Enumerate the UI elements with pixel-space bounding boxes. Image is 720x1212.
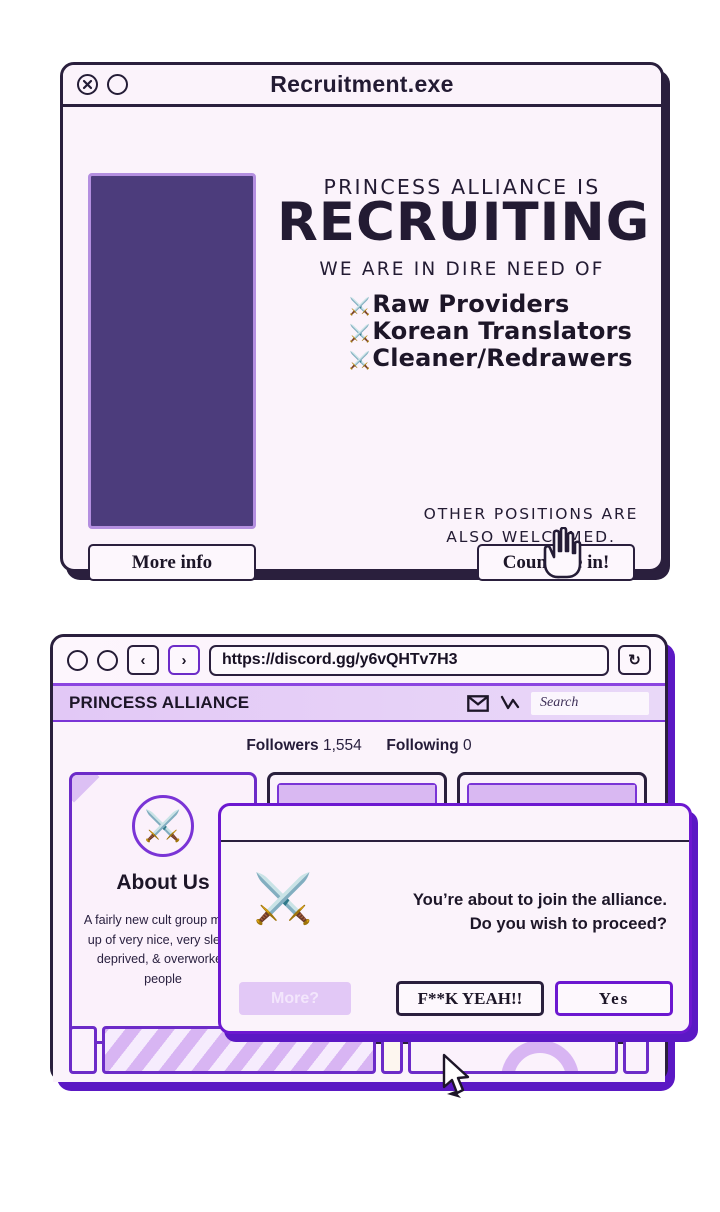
reload-icon[interactable]: ↻ [618,645,651,675]
site-header-actions: Search [467,691,649,715]
crossed-swords-icon: ⚔️ [349,350,371,371]
more-button[interactable]: More? [239,982,351,1015]
confirm-loud-button[interactable]: F**K YEAH!! [396,981,544,1016]
hero-subhead: WE ARE IN DIRE NEED OF [319,258,605,280]
followers-value: 1,554 [322,737,362,754]
pointing-hand-cursor [543,527,582,579]
modal-body: ⚔️ You’re about to join the alliance. Do… [221,842,689,1032]
url-input[interactable]: https://discord.gg/y6vQHTv7H3 [209,644,609,676]
screenshot-canvas: Recruitment.exe PRINCESS ALLIANCE IS REC… [0,0,720,1212]
needed-roles-list: ⚔️Raw Providers ⚔️Korean Translators ⚔️C… [277,289,647,372]
list-item: ⚔️Raw Providers [349,289,647,318]
search-input[interactable]: Search [531,691,649,715]
forward-button[interactable]: › [168,645,200,675]
envelope-icon[interactable] [467,694,489,712]
recruitment-title-bar: Recruitment.exe [63,65,661,107]
more-info-button[interactable]: More info [88,544,256,581]
site-brand: PRINCESS ALLIANCE [69,693,250,712]
confirm-yes-button[interactable]: Yes [555,981,673,1016]
modal-message-line2: Do you wish to proceed? [469,914,667,934]
role-label: Cleaner/Redrawers [372,343,633,372]
list-item: ⚔️Korean Translators [349,316,647,345]
close-circle-icon[interactable] [77,74,98,95]
minimize-circle-icon[interactable] [97,649,118,671]
crossed-swords-icon: ⚔️ [349,296,371,317]
crossed-swords-icon: ⚔️ [349,323,371,344]
decorative-panel [69,1026,97,1074]
browser-toolbar: ‹ › https://discord.gg/y6vQHTv7H3 ↻ [53,637,665,686]
modal-actions: More? F**K YEAH!! Yes [239,981,673,1016]
recruitment-hero: PRINCESS ALLIANCE IS RECRUITING WE ARE I… [277,175,651,372]
role-label: Korean Translators [372,316,633,345]
confirm-join-modal: ⚔️ You’re about to join the alliance. Do… [218,803,692,1034]
hero-headline: RECRUITING [277,192,651,253]
profile-stats: Followers 1,554 Following 0 [53,722,665,755]
other-positions-note: OTHER POSITIONS ARE ALSO WELCOMED. [411,503,651,550]
arrow-zigzag-icon[interactable] [500,695,520,712]
window-controls [77,74,128,95]
recruitment-body: PRINCESS ALLIANCE IS RECRUITING WE ARE I… [63,107,661,581]
following-label: Following [386,737,459,754]
close-circle-icon[interactable] [67,649,88,671]
recruitment-window: Recruitment.exe PRINCESS ALLIANCE IS REC… [60,62,664,581]
followers-label: Followers [246,737,319,754]
list-item: ⚔️Cleaner/Redrawers [349,343,647,372]
other-positions-line1: OTHER POSITIONS ARE [423,505,639,523]
arrow-cursor [442,1053,470,1098]
crossed-swords-icon: ⚔️ [144,809,182,843]
site-header-bar: PRINCESS ALLIANCE Search [53,686,665,722]
poster-image-placeholder [88,173,256,529]
modal-title-bar [221,806,689,842]
avatar: ⚔️ [132,795,194,857]
back-button[interactable]: ‹ [127,645,159,675]
window-title: Recruitment.exe [270,71,454,97]
circle-icon[interactable] [107,74,128,95]
role-label: Raw Providers [372,289,570,318]
modal-message-line1: You’re about to join the alliance. [412,890,667,909]
following-value: 0 [463,737,472,754]
